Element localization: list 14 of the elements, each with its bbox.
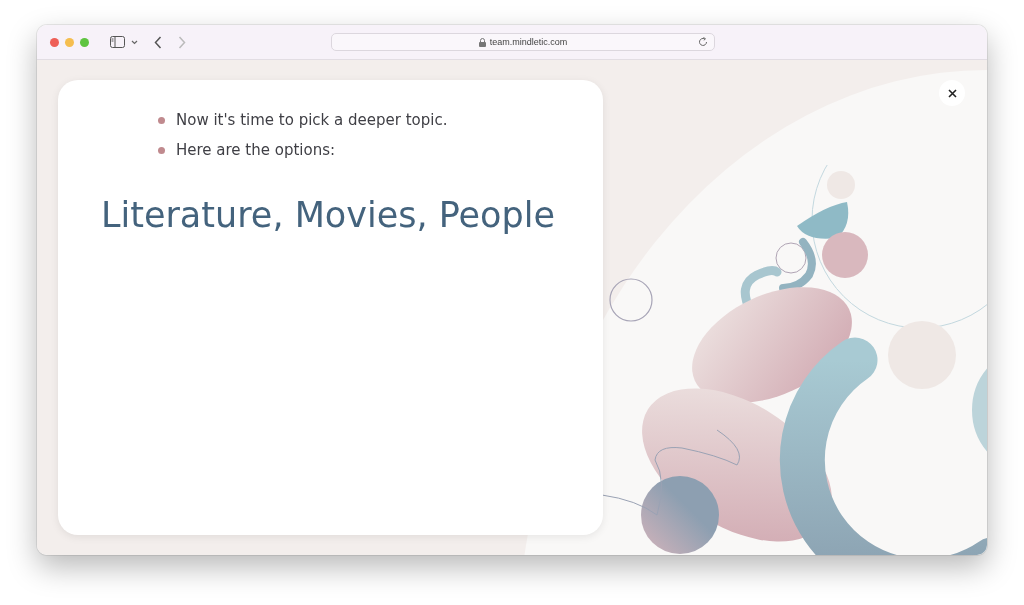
chevron-down-icon[interactable] [131, 39, 138, 45]
reload-icon[interactable] [698, 37, 708, 47]
url-text: team.mindletic.com [489, 37, 568, 47]
bullet-text: Here are the options: [176, 141, 336, 159]
options-heading: Literature, Movies, People [101, 195, 556, 235]
back-icon[interactable] [154, 35, 162, 49]
lock-icon [478, 37, 486, 47]
bullet-text: Now it's time to pick a deeper topic. [176, 111, 448, 129]
close-icon [947, 88, 957, 98]
address-field[interactable]: team.mindletic.com [331, 33, 715, 51]
bullet-dot [158, 146, 165, 154]
sidebar-icon[interactable] [110, 36, 125, 48]
bullet-dot [158, 116, 165, 124]
close-window-button[interactable] [50, 37, 59, 47]
